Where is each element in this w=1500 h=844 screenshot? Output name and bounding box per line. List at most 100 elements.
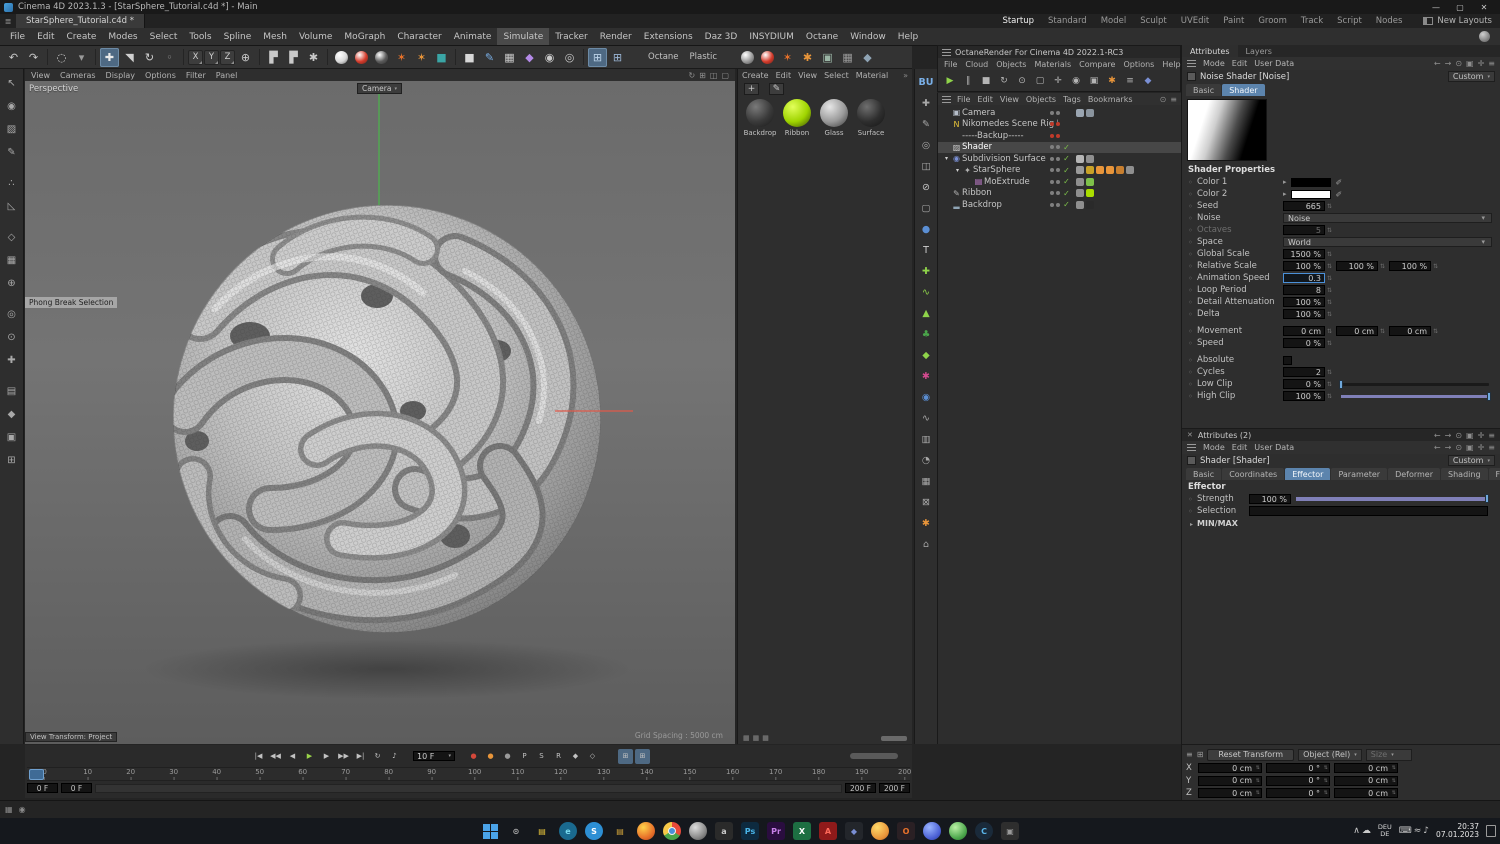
timeline-tick[interactable]: 190 bbox=[855, 768, 868, 780]
playhead[interactable] bbox=[29, 769, 44, 780]
preset-dropdown[interactable]: Custom bbox=[1447, 71, 1495, 82]
taskbar-gray-ball[interactable] bbox=[689, 822, 707, 840]
tag-icon[interactable] bbox=[1116, 166, 1124, 175]
sound-toggle-button[interactable]: ♪ bbox=[387, 749, 402, 764]
material-menu-select[interactable]: Select bbox=[824, 71, 849, 80]
move-tool-icon[interactable]: ✚ bbox=[100, 47, 119, 67]
selection-dropdown-icon[interactable]: ▾ bbox=[72, 48, 91, 67]
workplane-icon[interactable]: ✎ bbox=[3, 144, 21, 161]
lock-icon[interactable]: ▣ bbox=[1466, 59, 1474, 68]
attr-value-field[interactable]: 100 % bbox=[1283, 309, 1325, 319]
material-menu-material[interactable]: Material bbox=[856, 71, 889, 80]
taskbar-chrome[interactable] bbox=[663, 822, 681, 840]
anim-dot-icon[interactable]: ◦ bbox=[1188, 507, 1197, 516]
expand-arrow-icon[interactable]: ▸ bbox=[1283, 190, 1287, 198]
stepper-icon[interactable]: ⇅ bbox=[1327, 287, 1332, 294]
enabled-check-icon[interactable]: ✓ bbox=[1062, 189, 1071, 198]
attr-value-field[interactable]: 100 % bbox=[1389, 261, 1432, 271]
attr-dropdown[interactable]: World ▾ bbox=[1283, 237, 1492, 247]
attr-value-field[interactable]: 5 bbox=[1283, 225, 1325, 235]
visibility-dot-render[interactable] bbox=[1056, 179, 1060, 184]
layout-tab-track[interactable]: Track bbox=[1294, 14, 1330, 28]
layout-tab-groom[interactable]: Groom bbox=[1251, 14, 1294, 28]
make-editable-icon[interactable]: ↖ bbox=[3, 75, 21, 92]
layout-tab-standard[interactable]: Standard bbox=[1041, 14, 1094, 28]
taskbar-premiere[interactable]: Pr bbox=[767, 822, 785, 840]
taskbar-excel[interactable]: X bbox=[793, 822, 811, 840]
anim-dot-icon[interactable]: ◦ bbox=[1188, 310, 1197, 319]
material-menu-create[interactable]: Create bbox=[742, 71, 769, 80]
layout-tab-model[interactable]: Model bbox=[1094, 14, 1134, 28]
undo-icon[interactable]: ↶ bbox=[4, 48, 23, 67]
menu-octane[interactable]: Octane bbox=[800, 28, 844, 45]
enabled-check-icon[interactable]: ✓ bbox=[1062, 143, 1071, 152]
stepper-icon[interactable]: ⇅ bbox=[1327, 311, 1332, 318]
tweak-mode-icon[interactable]: ▦ bbox=[3, 252, 21, 269]
octane-red-ball-icon[interactable] bbox=[758, 48, 777, 67]
taskbar-green-ball[interactable] bbox=[949, 822, 967, 840]
octane-misc-icon[interactable]: ◆ bbox=[858, 48, 877, 67]
stepper-icon[interactable]: ⇅ bbox=[1327, 340, 1332, 347]
material-menu-overflow-icon[interactable]: » bbox=[903, 71, 908, 80]
anim-dot-icon[interactable]: ◦ bbox=[1188, 368, 1197, 377]
enable-axis-icon[interactable]: ⊕ bbox=[3, 275, 21, 292]
timeline-tick[interactable]: 150 bbox=[683, 768, 696, 780]
prohibit-command-icon[interactable]: ⊘ bbox=[918, 179, 935, 195]
timeline-tick[interactable]: 200 bbox=[898, 768, 911, 780]
material-ribbon[interactable]: Ribbon bbox=[781, 99, 813, 137]
add-primitive-icon[interactable]: ■ bbox=[460, 48, 479, 67]
deformer-icon[interactable]: ◆ bbox=[520, 48, 539, 67]
octane-lock-icon[interactable]: ▣ bbox=[1086, 73, 1102, 89]
octane-flame-icon[interactable]: ✶ bbox=[392, 48, 411, 67]
next-frame-button[interactable]: ▶ bbox=[319, 749, 334, 764]
loop-mode-button[interactable]: ↻ bbox=[370, 749, 385, 764]
flower-command-icon[interactable]: ✱ bbox=[918, 368, 935, 384]
visibility-dot-editor[interactable] bbox=[1050, 168, 1054, 173]
lock-icon[interactable]: ▣ bbox=[1466, 443, 1474, 452]
box-command-icon[interactable]: ⊠ bbox=[918, 494, 935, 510]
octane-node-icon[interactable]: ▦ bbox=[838, 48, 857, 67]
tag-icon[interactable] bbox=[1076, 166, 1084, 175]
target-command-icon[interactable]: ◎ bbox=[918, 137, 935, 153]
anim-dot-icon[interactable]: ◦ bbox=[1188, 202, 1197, 211]
tag-icon[interactable] bbox=[1086, 200, 1094, 209]
visibility-dot-render[interactable] bbox=[1056, 156, 1060, 161]
snap-toggle-button[interactable]: ⊞ bbox=[618, 748, 633, 764]
attr-value-field[interactable]: 665 bbox=[1283, 201, 1325, 211]
anim-dot-icon[interactable]: ◦ bbox=[1188, 495, 1197, 504]
record-keyframe-button[interactable]: ● bbox=[466, 749, 481, 764]
expand-arrow-icon[interactable]: ▸ bbox=[1283, 178, 1287, 186]
visibility-dot-editor[interactable] bbox=[1050, 145, 1054, 150]
layout-tab-sculpt[interactable]: Sculpt bbox=[1133, 14, 1174, 28]
tag-icon[interactable] bbox=[1076, 108, 1084, 117]
menu-modes[interactable]: Modes bbox=[102, 28, 143, 45]
viewport-menu-view[interactable]: View bbox=[31, 71, 50, 80]
visibility-dot-editor[interactable] bbox=[1050, 110, 1054, 115]
attr-value-field[interactable]: 0 cm bbox=[1389, 326, 1432, 336]
objmgr-menu-file[interactable]: File bbox=[957, 95, 970, 104]
taskbar-orange-ball[interactable] bbox=[871, 822, 889, 840]
tag-icon[interactable] bbox=[1126, 166, 1134, 175]
anim-dot-icon[interactable]: ◦ bbox=[1188, 392, 1197, 401]
panel-tab-layers[interactable]: Layers bbox=[1238, 45, 1280, 57]
object-row-subdivision-surface[interactable]: ▾ ◉ Subdivision Surface ✓ bbox=[938, 153, 1181, 165]
stepper-icon[interactable]: ⇅ bbox=[1327, 275, 1332, 282]
timeline-tick[interactable]: 120 bbox=[554, 768, 567, 780]
anim-dot-icon[interactable]: ◦ bbox=[1188, 274, 1197, 283]
timeline-tick[interactable]: 160 bbox=[726, 768, 739, 780]
attr2-menu-mode[interactable]: Mode bbox=[1203, 443, 1225, 452]
locked-workplane-icon[interactable]: ▣ bbox=[3, 429, 21, 446]
coord-field[interactable]: 0 cm bbox=[1334, 788, 1398, 799]
octane-region-icon[interactable]: ▢ bbox=[1032, 73, 1048, 89]
lock-icon[interactable]: ▣ bbox=[1466, 431, 1474, 440]
anim-dot-icon[interactable]: ◦ bbox=[1188, 298, 1197, 307]
taskbar-blue-ball[interactable] bbox=[923, 822, 941, 840]
taskbar-firefox[interactable] bbox=[637, 822, 655, 840]
attr-value-field[interactable]: 0 % bbox=[1283, 379, 1325, 389]
menu-insydium[interactable]: INSYDIUM bbox=[743, 28, 800, 45]
object-row-shader[interactable]: ▨ Shader ✓ bbox=[938, 141, 1181, 153]
object-row-backup[interactable]: -----Backup----- bbox=[938, 130, 1181, 142]
attr-slider[interactable] bbox=[1341, 391, 1491, 401]
attr-value-field[interactable]: 0 cm bbox=[1283, 326, 1325, 336]
eyedropper-icon[interactable]: ✐ bbox=[1336, 190, 1343, 199]
